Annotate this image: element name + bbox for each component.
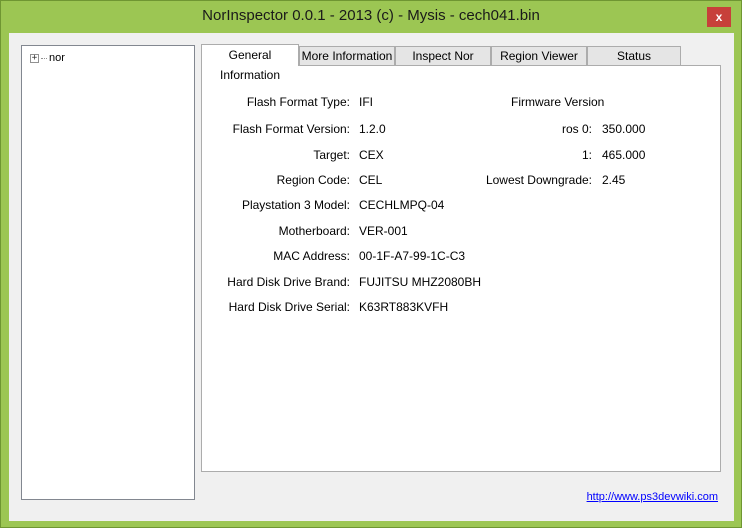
target-label: Target:: [313, 148, 350, 162]
mac-address-value: 00-1F-A7-99-1C-C3: [359, 249, 466, 263]
tab-more-information[interactable]: More Information: [299, 46, 395, 66]
main-window: NorInspector 0.0.1 - 2013 (c) - Mysis - …: [0, 0, 742, 528]
client-area: + nor General Information More Informati…: [9, 33, 734, 521]
tree-node-nor[interactable]: + nor: [30, 50, 65, 66]
mac-address-label: MAC Address:: [273, 249, 350, 263]
tab-general-information[interactable]: General Information: [201, 44, 299, 82]
motherboard-label: Motherboard:: [278, 224, 350, 238]
nor-tree-view[interactable]: + nor: [21, 45, 195, 500]
hdd-brand-label: Hard Disk Drive Brand:: [227, 275, 350, 289]
ps3-model-label: Playstation 3 Model:: [241, 198, 350, 212]
lowest-downgrade-label: Lowest Downgrade:: [485, 173, 592, 187]
tree-connector: [41, 57, 47, 59]
general-information-page: Flash Format Type: IFI Flash Format Vers…: [201, 65, 721, 472]
tree-node-label[interactable]: nor: [49, 52, 65, 64]
ps3devwiki-link[interactable]: http://www.ps3devwiki.com: [587, 491, 718, 503]
ros1-label: 1:: [581, 148, 592, 162]
ros0-label: ros 0:: [561, 122, 592, 136]
flash-format-type-value: IFI: [359, 95, 373, 109]
hdd-serial-value: K63RT883KVFH: [359, 300, 449, 314]
flash-format-type-label: Flash Format Type:: [246, 95, 350, 109]
ros0-value: 350.000: [602, 122, 646, 136]
hdd-serial-label: Hard Disk Drive Serial:: [228, 300, 350, 314]
firmware-version-heading: Firmware Version: [511, 95, 605, 109]
window-title: NorInspector 0.0.1 - 2013 (c) - Mysis - …: [202, 7, 540, 24]
title-bar[interactable]: NorInspector 0.0.1 - 2013 (c) - Mysis - …: [1, 1, 741, 33]
region-code-value: CEL: [359, 173, 383, 187]
target-value: CEX: [359, 148, 384, 162]
expand-plus-icon[interactable]: +: [30, 53, 39, 63]
tab-status[interactable]: Status: [587, 46, 681, 66]
ps3-model-value: CECHLMPQ-04: [359, 198, 445, 212]
tab-inspect-nor[interactable]: Inspect Nor: [395, 46, 491, 66]
lowest-downgrade-value: 2.45: [602, 173, 626, 187]
ros1-value: 465.000: [602, 148, 646, 162]
hdd-brand-value: FUJITSU MHZ2080BH: [359, 275, 482, 289]
close-icon[interactable]: x: [707, 7, 731, 27]
flash-format-version-label: Flash Format Version:: [232, 122, 350, 136]
region-code-label: Region Code:: [276, 173, 350, 187]
motherboard-value: VER-001: [359, 224, 408, 238]
tab-region-viewer[interactable]: Region Viewer: [491, 46, 587, 66]
flash-format-version-value: 1.2.0: [359, 122, 386, 136]
